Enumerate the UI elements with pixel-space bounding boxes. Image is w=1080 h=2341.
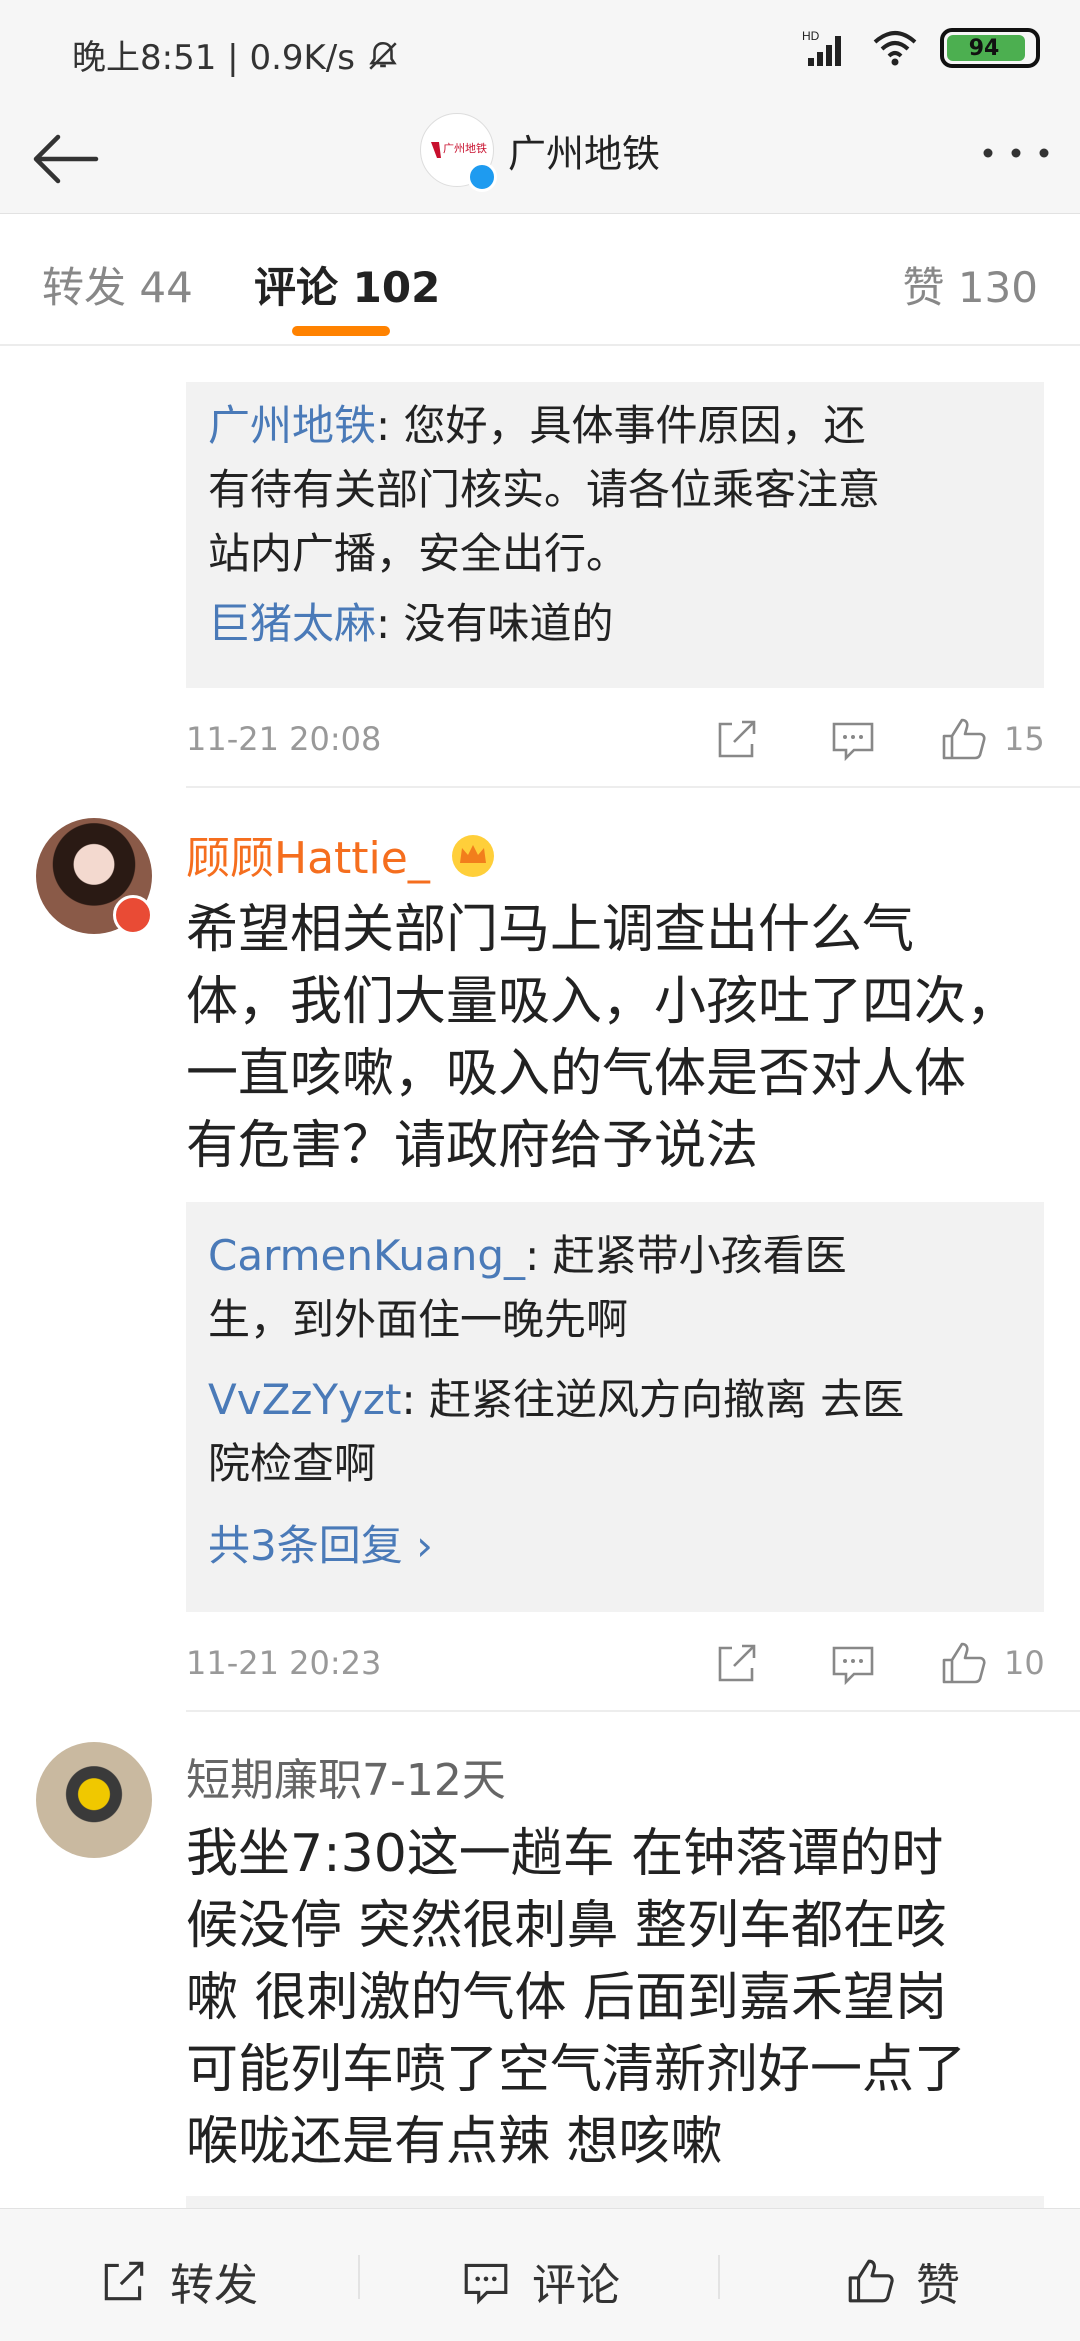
battery-level: 94 bbox=[968, 35, 1000, 61]
battery-indicator: 94 bbox=[940, 28, 1040, 68]
comment-time: 11-21 20:08 bbox=[186, 720, 382, 758]
back-arrow-icon[interactable] bbox=[24, 117, 108, 201]
more-options-icon[interactable] bbox=[976, 133, 1056, 173]
svg-text:广州地铁: 广州地铁 bbox=[443, 142, 487, 155]
reply-box[interactable]: CarmenKuang_: 赶紧带小孩看医 生，到外面住一晚先啊 VvZzYyz… bbox=[186, 1202, 1044, 1612]
crown-icon bbox=[451, 835, 494, 877]
tab-likes[interactable]: 赞 130 bbox=[902, 254, 1038, 315]
reply-item: 广州地铁: 您好，具体事件原因，还 bbox=[208, 394, 1022, 458]
reply-username[interactable]: VvZzYyzt bbox=[208, 1375, 401, 1424]
comment-username[interactable]: 短期廉职7-12天 bbox=[186, 1744, 506, 1808]
top-nav: 广州地铁 广州地铁 bbox=[0, 105, 1080, 214]
status-left: 晚上8:51 | 0.9K/s bbox=[72, 30, 400, 79]
reply-text-line: 院检查啊 bbox=[208, 1439, 377, 1488]
share-icon[interactable] bbox=[712, 1638, 762, 1688]
page-title: 广州地铁 bbox=[508, 132, 661, 176]
tab-bar: 转发 44 评论 102 赞 130 bbox=[0, 214, 1080, 346]
reply-text: : 没有味道的 bbox=[376, 599, 614, 648]
like-icon[interactable] bbox=[938, 1638, 988, 1688]
like-icon bbox=[848, 2259, 894, 2303]
mute-bell-icon bbox=[369, 41, 397, 70]
status-icons: HD 94 bbox=[802, 28, 1040, 68]
reply-text: : 赶紧往逆风方向撤离 去医 bbox=[401, 1375, 905, 1424]
comment-icon[interactable] bbox=[828, 1638, 878, 1688]
like-button[interactable]: 赞 bbox=[844, 2249, 960, 2313]
like-count: 15 bbox=[1004, 720, 1045, 758]
reply-item: 巨猪太麻: 没有味道的 bbox=[208, 592, 1022, 656]
reply-text: : 赶紧带小孩看医 bbox=[525, 1231, 847, 1280]
comment-icon[interactable] bbox=[828, 714, 878, 764]
repost-button[interactable]: 转发 bbox=[98, 2249, 258, 2313]
status-time: 晚上8:51 bbox=[72, 38, 217, 78]
reply-text-line: 有待有关部门核实。请各位乘客注意 bbox=[208, 465, 881, 514]
like-icon[interactable] bbox=[938, 714, 988, 764]
reply-username[interactable]: 广州地铁 bbox=[208, 401, 376, 450]
wifi-icon bbox=[873, 31, 917, 66]
reply-item: CarmenKuang_: 赶紧带小孩看医 bbox=[208, 1224, 1022, 1288]
repost-icon bbox=[104, 2261, 144, 2301]
like-count: 10 bbox=[1004, 1644, 1045, 1682]
comment-icon bbox=[464, 2263, 508, 2305]
divider bbox=[186, 786, 1080, 788]
share-icon[interactable] bbox=[712, 714, 762, 764]
svg-text:HD: HD bbox=[802, 29, 820, 43]
more-replies-link[interactable]: 共3条回复 › bbox=[208, 1514, 1022, 1578]
comment-button[interactable]: 评论 bbox=[460, 2249, 620, 2313]
separator bbox=[358, 2255, 360, 2299]
comment-body: 我坐7:30这一趟车 在钟落谭的时 候没停 突然很刺鼻 整列车都在咳 嗽 很刺激… bbox=[186, 1824, 967, 2172]
reply-box[interactable]: 广州地铁: 您好，具体事件原因，还 有待有关部门核实。请各位乘客注意 站内广播，… bbox=[186, 382, 1044, 688]
status-bar: 晚上8:51 | 0.9K/s HD 94 bbox=[0, 0, 1080, 105]
comment-body: 希望相关部门马上调查出什么气 体，我们大量吸入，小孩吐了四次， 一直咳嗽，吸入的… bbox=[186, 900, 1019, 1176]
network-speed: 0.9K/s bbox=[249, 38, 355, 78]
reply-username[interactable]: 巨猪太麻 bbox=[208, 599, 376, 648]
reply-text-line: 站内广播，安全出行。 bbox=[208, 529, 629, 578]
signal-icon: HD bbox=[802, 29, 841, 66]
comment-username[interactable]: 顾顾Hattie_ bbox=[186, 822, 496, 886]
reply-text-line: 生，到外面住一晚先啊 bbox=[208, 1295, 629, 1344]
tab-comments[interactable]: 评论 102 bbox=[254, 254, 440, 315]
separator bbox=[718, 2255, 720, 2299]
vip-badge-icon bbox=[113, 895, 153, 935]
divider bbox=[186, 1710, 1080, 1712]
verified-badge-icon bbox=[467, 162, 497, 192]
active-tab-indicator bbox=[292, 326, 390, 336]
reply-text: : 您好，具体事件原因，还 bbox=[376, 401, 866, 450]
reply-username[interactable]: CarmenKuang_ bbox=[208, 1231, 525, 1280]
comment-meta: 11-21 20:23 10 bbox=[186, 1634, 1045, 1694]
comment-meta: 11-21 20:08 15 bbox=[186, 710, 1045, 770]
reply-box-edge bbox=[186, 2196, 1044, 2208]
user-avatar[interactable] bbox=[36, 1742, 152, 1858]
bottom-action-bar: 转发 评论 赞 bbox=[0, 2208, 1080, 2341]
reply-item: VvZzYyzt: 赶紧往逆风方向撤离 去医 bbox=[208, 1368, 1022, 1432]
tab-reposts[interactable]: 转发 44 bbox=[42, 254, 193, 315]
comment-time: 11-21 20:23 bbox=[186, 1644, 382, 1682]
